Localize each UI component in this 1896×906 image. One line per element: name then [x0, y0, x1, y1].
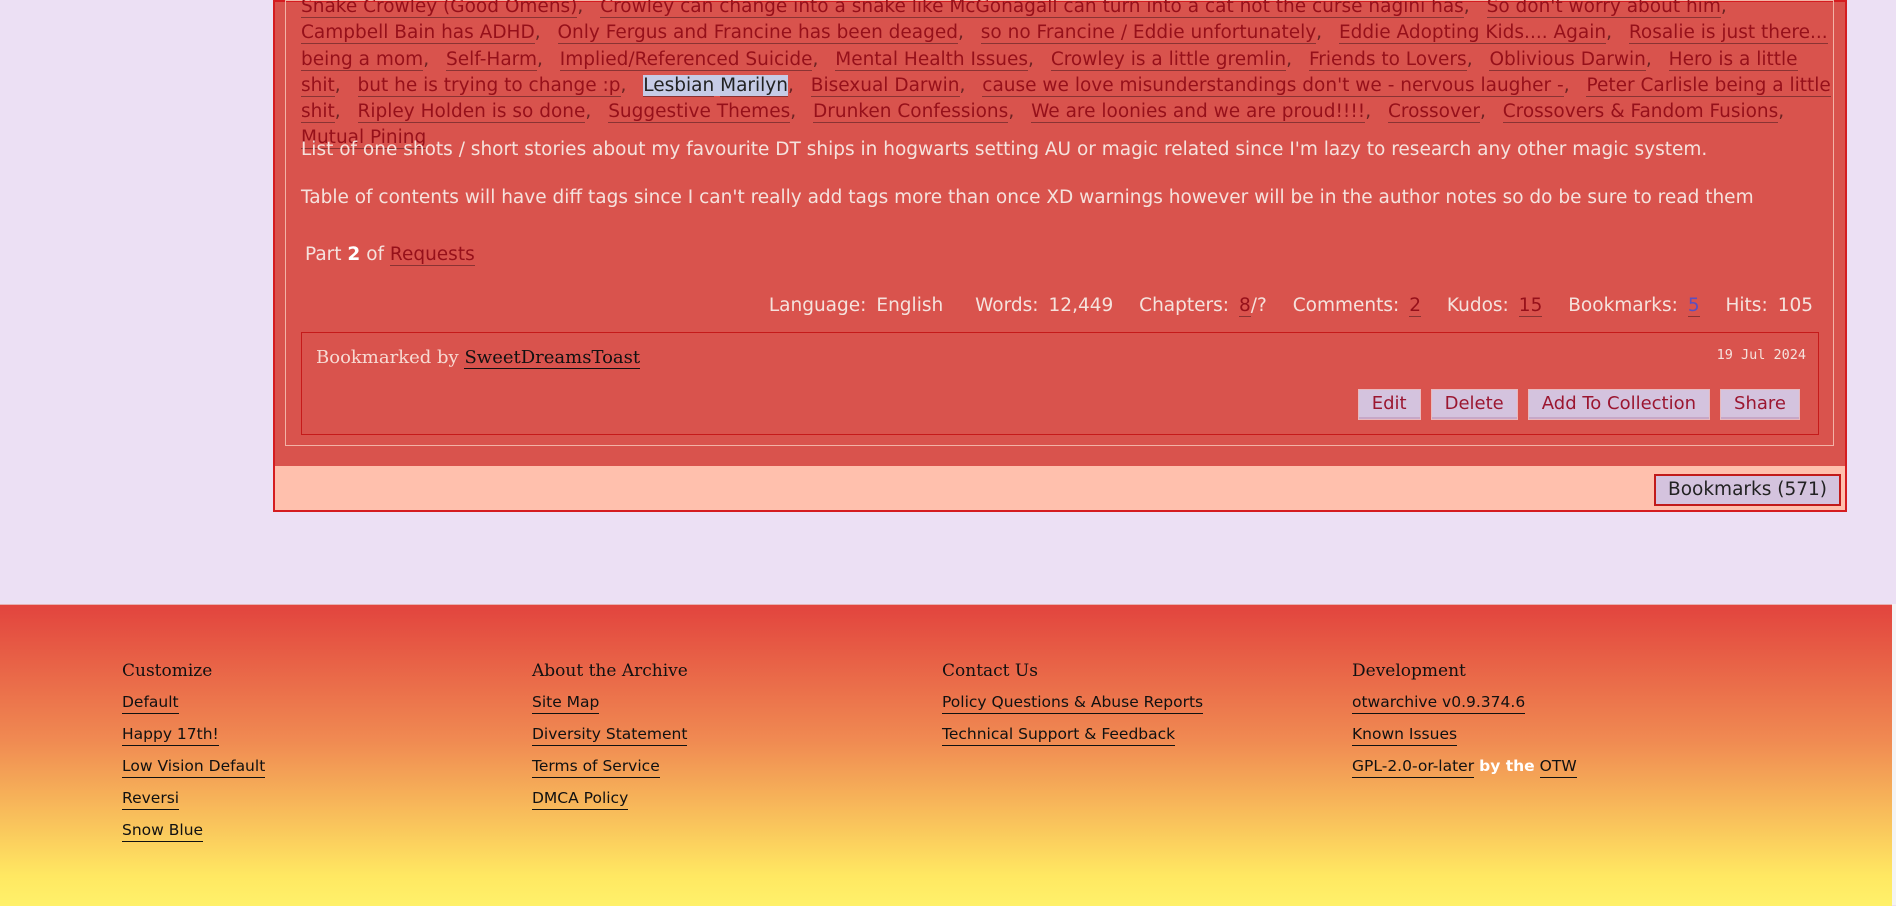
- footer-heading: Contact Us: [942, 661, 1038, 681]
- skin-reversi-link[interactable]: Reversi: [122, 789, 180, 810]
- skin-snow-blue-link[interactable]: Snow Blue: [122, 821, 204, 842]
- series-info: Part 2 of Requests: [305, 244, 475, 266]
- tag-link[interactable]: Crossover: [1387, 101, 1480, 124]
- tag-link[interactable]: Friends to Lovers: [1308, 48, 1467, 71]
- footer-heading: Development: [1352, 661, 1466, 681]
- user-bookmark-module: Bookmarked by SweetDreamsToast 19 Jul 20…: [301, 332, 1819, 435]
- series-of: of: [366, 244, 385, 265]
- site-footer: Customize Default Happy 17th! Low Vision…: [0, 604, 1892, 906]
- add-to-collection-button[interactable]: Add To Collection: [1527, 389, 1711, 420]
- tag-link[interactable]: Drunken Confessions: [813, 101, 1009, 124]
- license-by-text: by the: [1479, 757, 1535, 775]
- scrollbar[interactable]: [1892, 604, 1896, 905]
- tag-link-selected[interactable]: Lesbian: [643, 74, 715, 97]
- skin-default-link[interactable]: Default: [122, 693, 179, 714]
- language-value: English: [876, 295, 944, 316]
- tag-link[interactable]: Mental Health Issues: [835, 48, 1029, 71]
- footer-column-contact: Contact Us Policy Questions & Abuse Repo…: [942, 661, 1204, 757]
- language-label: Language:: [768, 295, 867, 316]
- tag-link[interactable]: cause we love misunderstandings don't we…: [982, 74, 1564, 97]
- series-link[interactable]: Requests: [389, 244, 475, 266]
- words-label: Words:: [975, 295, 1039, 316]
- tag-link[interactable]: Bisexual Darwin: [810, 74, 960, 97]
- known-issues-link[interactable]: Known Issues: [1352, 725, 1458, 746]
- series-part-number: 2: [347, 244, 361, 265]
- tag-list: Snake Crowley (Good Omens), Crowley can …: [301, 0, 1831, 152]
- tag-link[interactable]: So don't worry about him: [1486, 0, 1721, 18]
- comments-label: Comments:: [1292, 295, 1400, 316]
- bookmarks-link[interactable]: 5: [1687, 295, 1700, 317]
- footer-heading: About the Archive: [532, 661, 688, 681]
- bookmarks-count-button[interactable]: Bookmarks (571): [1654, 474, 1841, 506]
- tag-link[interactable]: but he is trying to change :p: [357, 74, 621, 97]
- tag-link[interactable]: Oblivious Darwin: [1489, 48, 1646, 71]
- technical-support-link[interactable]: Technical Support & Feedback: [942, 725, 1176, 746]
- tag-link[interactable]: Snake Crowley (Good Omens): [301, 0, 578, 18]
- diversity-statement-link[interactable]: Diversity Statement: [532, 725, 688, 746]
- bookmarked-by: Bookmarked by SweetDreamsToast: [316, 347, 641, 369]
- summary-paragraph: List of one shots / short stories about …: [301, 139, 1708, 160]
- tag-link[interactable]: Implied/Referenced Suicide: [559, 48, 813, 71]
- tag-link[interactable]: Campbell Bain has ADHD: [301, 22, 535, 45]
- work-stats: Language: English Words: 12,449 Chapters: 8…: [768, 295, 1813, 317]
- tag-link[interactable]: Crowley can change into a snake like McG…: [600, 0, 1464, 18]
- site-map-link[interactable]: Site Map: [532, 693, 600, 714]
- skin-happy-17th-link[interactable]: Happy 17th!: [122, 725, 219, 746]
- tag-link[interactable]: Self-Harm: [445, 48, 537, 71]
- skin-low-vision-link[interactable]: Low Vision Default: [122, 757, 266, 778]
- delete-button[interactable]: Delete: [1430, 389, 1518, 420]
- chapters-value: 8/?: [1239, 295, 1267, 317]
- bookmark-date: 19 Jul 2024: [1716, 347, 1806, 363]
- tag-link[interactable]: so no Francine / Eddie unfortunately: [980, 22, 1317, 45]
- kudos-link[interactable]: 15: [1518, 295, 1543, 317]
- otw-link[interactable]: OTW: [1539, 757, 1577, 778]
- hits-value: 105: [1777, 295, 1813, 316]
- bookmark-actions: Edit Delete Add To Collection Share: [1357, 389, 1800, 420]
- chapters-total: /?: [1250, 295, 1267, 316]
- hits-label: Hits:: [1725, 295, 1768, 316]
- chapters-link[interactable]: 8: [1239, 295, 1251, 317]
- tag-link[interactable]: Eddie Adopting Kids.... Again: [1338, 22, 1607, 45]
- otwarchive-version-link[interactable]: otwarchive v0.9.374.6: [1352, 693, 1526, 714]
- tag-link[interactable]: Crowley is a little gremlin: [1050, 48, 1287, 71]
- footer-heading: Customize: [122, 661, 213, 681]
- bookmark-blurb: Snake Crowley (Good Omens), Crowley can …: [275, 0, 1845, 466]
- footer-column-development: Development otwarchive v0.9.374.6 Known …: [1352, 661, 1577, 789]
- footer-column-about: About the Archive Site Map Diversity Sta…: [532, 661, 688, 821]
- dmca-policy-link[interactable]: DMCA Policy: [532, 789, 629, 810]
- license-link[interactable]: GPL-2.0-or-later: [1352, 757, 1475, 778]
- kudos-label: Kudos:: [1446, 295, 1509, 316]
- bookmarker-user-link[interactable]: SweetDreamsToast: [464, 347, 641, 369]
- bookmark-list-panel: Snake Crowley (Good Omens), Crowley can …: [273, 0, 1847, 512]
- terms-of-service-link[interactable]: Terms of Service: [532, 757, 660, 778]
- series-prefix: Part: [305, 244, 342, 265]
- tag-link[interactable]: Crossovers & Fandom Fusions: [1502, 101, 1779, 124]
- tag-link[interactable]: We are loonies and we are proud!!!!: [1031, 101, 1366, 124]
- bookmarked-by-label: Bookmarked by: [316, 347, 459, 368]
- summary-paragraph: Table of contents will have diff tags si…: [301, 187, 1754, 208]
- edit-button[interactable]: Edit: [1357, 389, 1421, 420]
- policy-questions-link[interactable]: Policy Questions & Abuse Reports: [942, 693, 1204, 714]
- chapters-label: Chapters:: [1139, 295, 1229, 316]
- footer-column-customize: Customize Default Happy 17th! Low Vision…: [122, 661, 266, 853]
- comments-link[interactable]: 2: [1409, 295, 1422, 317]
- tag-link[interactable]: Only Fergus and Francine has been deaged: [557, 22, 959, 45]
- words-value: 12,449: [1048, 295, 1114, 316]
- tag-link[interactable]: Ripley Holden is so done: [357, 101, 586, 124]
- bookmarks-label: Bookmarks:: [1568, 295, 1678, 316]
- share-button[interactable]: Share: [1720, 389, 1800, 420]
- tag-link-selected[interactable]: Marilyn: [720, 74, 788, 97]
- tag-link[interactable]: Suggestive Themes: [608, 101, 791, 124]
